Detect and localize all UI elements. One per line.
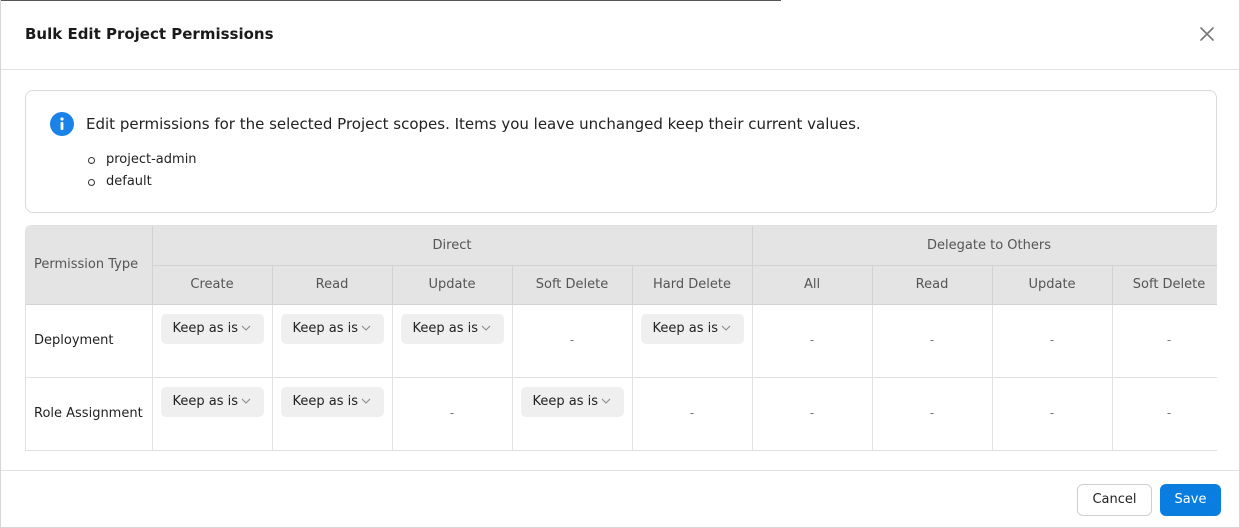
empty-value: - [449, 406, 455, 420]
empty-value: - [689, 406, 695, 420]
empty-value: - [1166, 406, 1172, 420]
permission-select[interactable]: Keep as is [160, 386, 264, 417]
permission-select[interactable]: Keep as is [280, 313, 384, 344]
table-cell: - [752, 304, 873, 378]
select-value: Keep as is [292, 393, 359, 409]
table-cell: - [632, 377, 753, 450]
table-row: Deployment Keep as is Keep as is Keep as is… [26, 304, 1217, 378]
chevron-down-icon [601, 397, 611, 405]
empty-value: - [1166, 333, 1172, 347]
bulk-edit-dialog: Bulk Edit Project Permissions Edit permi… [0, 0, 1240, 528]
select-value: Keep as is [532, 393, 599, 409]
table-cell: Keep as is [392, 304, 513, 378]
chevron-down-icon [481, 324, 491, 332]
select-value: Keep as is [652, 320, 719, 336]
table-cell: - [392, 377, 513, 450]
column-header-hard-delete: Hard Delete [632, 265, 753, 305]
table-cell: Keep as is [152, 377, 273, 450]
permission-type-header: Permission Type [26, 226, 153, 305]
table-cell: Keep as is [152, 304, 273, 378]
chevron-down-icon [721, 324, 731, 332]
table-cell: - [752, 377, 873, 450]
info-message: Edit permissions for the selected Projec… [86, 115, 861, 133]
chevron-down-icon [361, 324, 371, 332]
chevron-down-icon [241, 397, 251, 405]
empty-value: - [809, 333, 815, 347]
delegate-group-header: Delegate to Others [752, 226, 1217, 266]
permission-select[interactable]: Keep as is [640, 313, 744, 344]
select-value: Keep as is [172, 320, 239, 336]
chevron-down-icon [361, 397, 371, 405]
permission-select[interactable]: Keep as is [520, 386, 624, 417]
select-value: Keep as is [292, 320, 359, 336]
permission-select[interactable]: Keep as is [400, 313, 504, 344]
table-cell: Keep as is [272, 377, 393, 450]
column-header-soft-delete: Soft Delete [512, 265, 633, 305]
list-item: default [88, 171, 197, 193]
column-header-delegate-update: Update [992, 265, 1113, 305]
dialog-title: Bulk Edit Project Permissions [25, 25, 274, 43]
column-header-read: Read [272, 265, 393, 305]
table-cell: Keep as is [272, 304, 393, 378]
empty-value: - [1049, 333, 1055, 347]
list-item: project-admin [88, 149, 197, 171]
empty-value: - [929, 406, 935, 420]
info-panel: Edit permissions for the selected Projec… [25, 90, 1217, 213]
table-cell: - [872, 377, 993, 450]
table-cell: - [1112, 377, 1217, 450]
empty-value: - [569, 333, 575, 347]
table-cell: Keep as is [512, 377, 633, 450]
info-icon [50, 112, 74, 136]
chevron-down-icon [241, 324, 251, 332]
permission-select[interactable]: Keep as is [160, 313, 264, 344]
row-label: Deployment [26, 304, 153, 378]
column-header-delegate-read: Read [872, 265, 993, 305]
empty-value: - [809, 406, 815, 420]
permissions-table: Permission Type Direct Delegate to Other… [25, 225, 1217, 451]
column-header-update: Update [392, 265, 513, 305]
select-value: Keep as is [172, 393, 239, 409]
row-label: Role Assignment [26, 377, 153, 450]
column-header-create: Create [152, 265, 273, 305]
column-header-delegate-soft-delete: Soft Delete [1112, 265, 1217, 305]
table-row: Role Assignment Keep as is Keep as is - Keep… [26, 377, 1217, 450]
dialog-footer: Cancel Save [1, 470, 1239, 528]
close-icon[interactable] [1199, 26, 1215, 42]
column-header-delegate-all: All [752, 265, 873, 305]
table-cell: Keep as is [632, 304, 753, 378]
cancel-button[interactable]: Cancel [1077, 484, 1152, 516]
empty-value: - [1049, 406, 1055, 420]
table-cell: - [1112, 304, 1217, 378]
save-button[interactable]: Save [1160, 484, 1221, 516]
scope-list: project-admin default [88, 149, 197, 193]
select-value: Keep as is [412, 320, 479, 336]
dialog-header: Bulk Edit Project Permissions [1, 0, 1239, 70]
direct-group-header: Direct [152, 226, 753, 266]
empty-value: - [929, 333, 935, 347]
table-cell: - [872, 304, 993, 378]
table-cell: - [992, 377, 1113, 450]
table-cell: - [512, 304, 633, 378]
permission-select[interactable]: Keep as is [280, 386, 384, 417]
table-cell: - [992, 304, 1113, 378]
